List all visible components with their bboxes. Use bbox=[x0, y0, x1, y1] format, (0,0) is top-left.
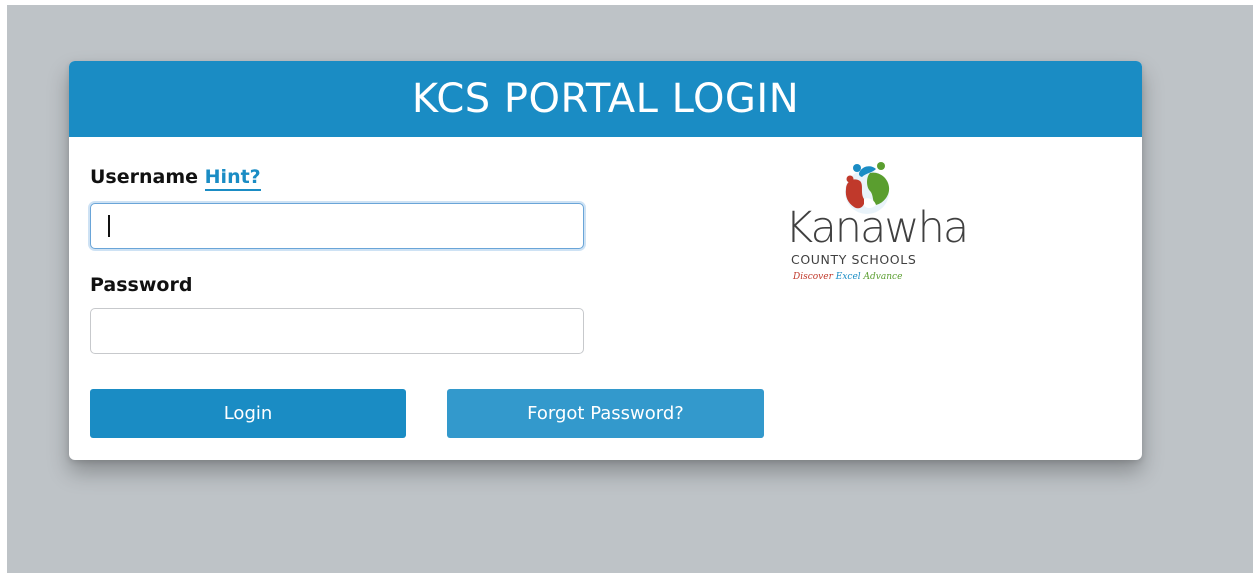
logo-name: Kanawha bbox=[785, 203, 969, 253]
tagline-discover: Discover bbox=[793, 272, 833, 282]
username-input[interactable] bbox=[90, 203, 584, 249]
tagline-advance: Advance bbox=[863, 272, 903, 282]
password-input[interactable] bbox=[90, 308, 584, 354]
username-label: Username bbox=[90, 166, 199, 188]
login-button[interactable]: Login bbox=[90, 389, 406, 438]
logo-tagline: Discover Excel Advance bbox=[793, 272, 902, 282]
kanawha-logo: Kanawha COUNTY SCHOOLS Discover Excel Ad… bbox=[781, 159, 969, 294]
forgot-password-button[interactable]: Forgot Password? bbox=[447, 389, 764, 438]
login-card: KCS PORTAL LOGIN Username Hint? Password… bbox=[69, 61, 1142, 460]
password-label: Password bbox=[90, 274, 193, 296]
username-hint-link[interactable]: Hint? bbox=[204, 166, 261, 191]
username-label-row: Username Hint? bbox=[90, 166, 261, 191]
login-header: KCS PORTAL LOGIN bbox=[69, 61, 1142, 137]
text-caret bbox=[108, 215, 110, 237]
logo-subtitle: COUNTY SCHOOLS bbox=[791, 252, 917, 267]
page-title: KCS PORTAL LOGIN bbox=[411, 76, 800, 122]
tagline-excel: Excel bbox=[835, 272, 861, 282]
